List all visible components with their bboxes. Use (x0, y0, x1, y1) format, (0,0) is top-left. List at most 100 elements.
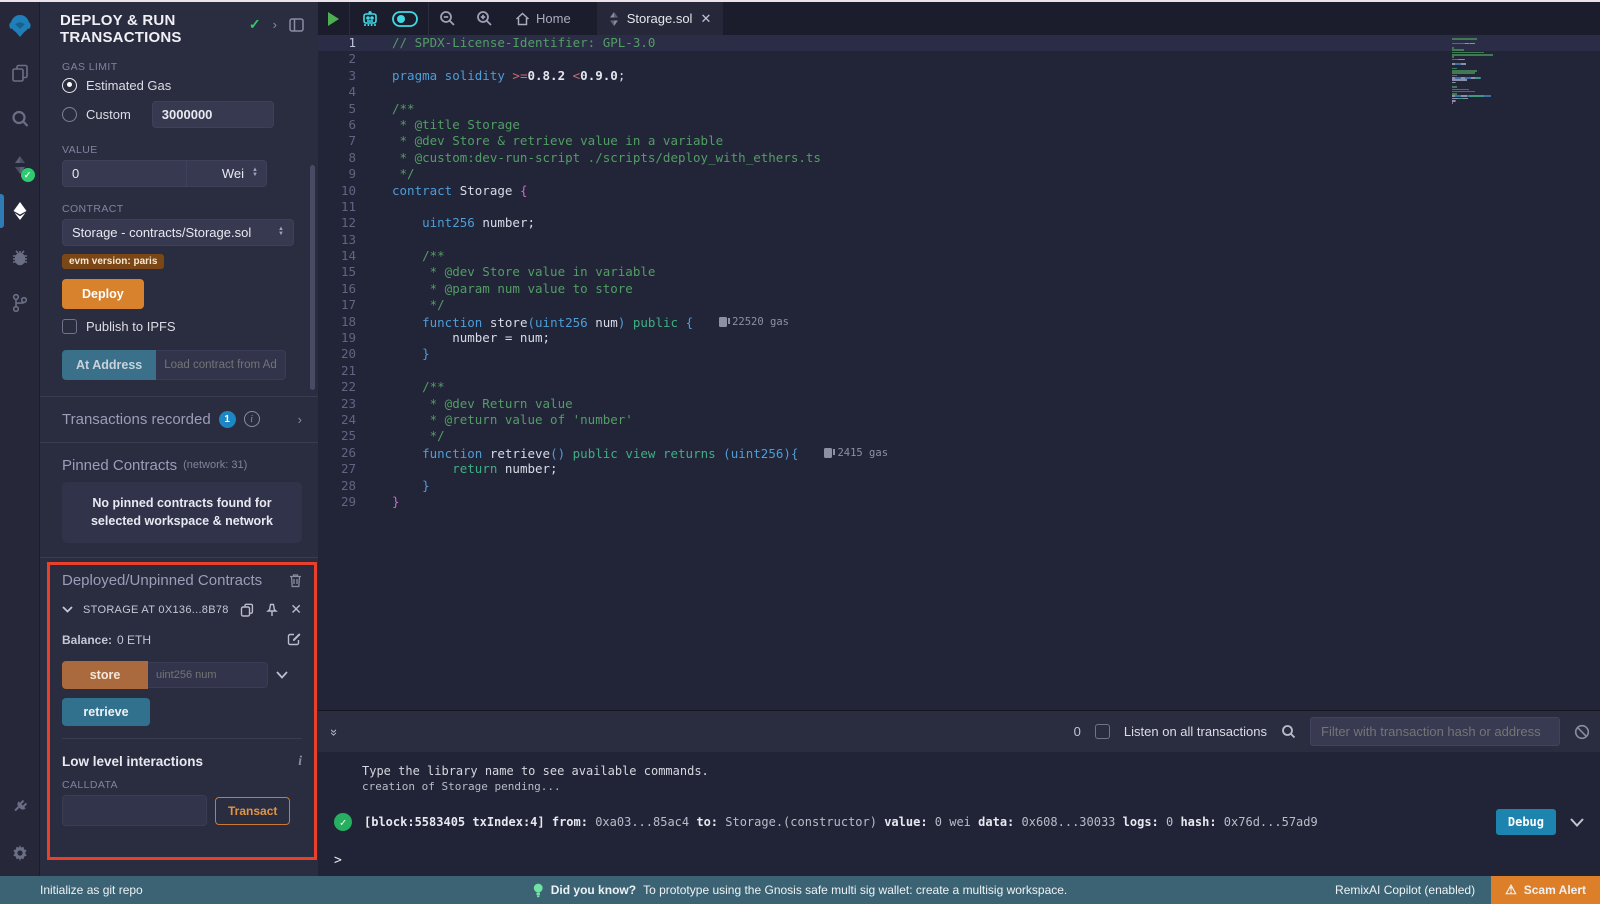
icon-rail: ✓ (0, 2, 40, 876)
copy-icon[interactable] (240, 603, 254, 617)
contract-selected-value: Storage - contracts/Storage.sol (72, 225, 251, 240)
chevron-down-icon[interactable] (62, 606, 73, 613)
estimated-gas-radio[interactable]: Estimated Gas (62, 78, 302, 93)
info-icon[interactable]: i (298, 753, 302, 769)
contract-label: CONTRACT (62, 203, 302, 215)
code-line: 6 * @title Storage (318, 117, 1600, 133)
panel-scrollbar[interactable] (310, 165, 315, 390)
home-icon (515, 12, 530, 26)
gas-limit-label: GAS LIMIT (62, 61, 302, 73)
code-line: 3pragma solidity >=0.8.2 <0.9.0; (318, 68, 1600, 84)
at-address-input[interactable] (156, 350, 286, 380)
zoom-in-button[interactable] (466, 2, 503, 35)
editor-toolbar: Home Storage.sol ✕ (318, 2, 1600, 35)
transactions-recorded-row[interactable]: Transactions recorded 1 i › (40, 397, 318, 442)
code-line: 15 * @dev Store value in variable (318, 264, 1600, 280)
chevron-down-icon[interactable] (276, 671, 288, 679)
git-icon[interactable] (0, 280, 40, 326)
store-arg-input[interactable] (148, 662, 268, 688)
publish-ipfs-checkbox[interactable] (62, 319, 77, 334)
contract-select[interactable]: Storage - contracts/Storage.sol ▲▼ (62, 219, 294, 246)
remix-ide-window: ✓ DEPLOY & RUN TRANSACTIONS ✓ › (0, 0, 1600, 920)
radio-selected-icon[interactable] (62, 78, 77, 93)
publish-ipfs-row[interactable]: Publish to IPFS (62, 319, 302, 334)
store-function-button[interactable]: store (62, 661, 148, 689)
edit-icon[interactable] (287, 632, 302, 647)
code-line: 28 } (318, 478, 1600, 494)
terminal-prompt[interactable]: > (318, 835, 1600, 868)
trash-icon[interactable] (289, 573, 302, 588)
custom-gas-row: Custom (62, 101, 302, 128)
custom-gas-input[interactable] (152, 101, 274, 128)
git-init-status[interactable]: Initialize as git repo (0, 883, 143, 897)
window-bottom-edge (0, 904, 1600, 920)
scam-alert-button[interactable]: ⚠ Scam Alert (1491, 876, 1600, 904)
deploy-and-run-icon[interactable] (0, 188, 40, 234)
remix-logo-icon[interactable] (0, 2, 40, 50)
code-line: 13 (318, 232, 1600, 248)
deployed-contracts-title: Deployed/Unpinned Contracts (62, 572, 262, 589)
terminal[interactable]: Type the library name to see available c… (318, 752, 1600, 878)
run-script-button[interactable] (318, 2, 349, 35)
divider (62, 738, 302, 739)
estimated-gas-label: Estimated Gas (86, 78, 171, 93)
home-label: Home (536, 11, 571, 26)
search-icon[interactable] (0, 96, 40, 142)
copilot-toggle[interactable] (390, 2, 428, 35)
expand-tx-chevron-icon[interactable] (1570, 818, 1584, 827)
code-line: 22 /** (318, 379, 1600, 395)
editor-minimap[interactable] (1452, 38, 1546, 105)
plugin-manager-icon[interactable] (0, 784, 40, 830)
calldata-input[interactable] (62, 795, 207, 826)
info-icon[interactable]: i (244, 411, 260, 427)
code-editor[interactable]: 1// SPDX-License-Identifier: GPL-3.023pr… (318, 35, 1600, 710)
zoom-out-button[interactable] (429, 2, 466, 35)
clear-filter-ban-icon[interactable] (1574, 724, 1590, 740)
select-updown-icon: ▲▼ (252, 168, 258, 178)
at-address-button[interactable]: At Address (62, 350, 156, 380)
deployed-contract-label: STORAGE AT 0X136...8B78 (83, 604, 229, 616)
scam-alert-label: Scam Alert (1524, 883, 1586, 897)
gas-pump-icon (719, 317, 727, 327)
chevron-right-icon[interactable]: › (298, 412, 302, 427)
settings-gear-icon[interactable] (0, 830, 40, 876)
did-you-know-label: Did you know? (551, 883, 636, 897)
copilot-status[interactable]: RemixAI Copilot (enabled) (1335, 883, 1475, 897)
value-unit-select[interactable]: Wei ▲▼ (187, 160, 267, 187)
pin-icon[interactable] (266, 603, 278, 617)
solidity-compiler-icon[interactable]: ✓ (0, 142, 40, 188)
debug-button[interactable]: Debug (1496, 809, 1556, 835)
code-line: 1// SPDX-License-Identifier: GPL-3.0 (318, 35, 1600, 51)
terminal-filter-input[interactable] (1310, 717, 1560, 746)
pinned-contracts-title: Pinned Contracts (62, 457, 177, 474)
code-line: 24 * @return value of 'number' (318, 412, 1600, 428)
listen-all-checkbox[interactable] (1095, 724, 1110, 739)
tab-storage-sol[interactable]: Storage.sol ✕ (597, 2, 724, 35)
value-input[interactable] (62, 160, 187, 187)
network-note: (network: 31) (183, 459, 247, 471)
terminal-line: creation of Storage pending... (318, 778, 1600, 793)
home-tab-button[interactable]: Home (503, 11, 583, 26)
lightbulb-icon (533, 883, 544, 898)
tip-text: To prototype using the Gnosis safe multi… (643, 883, 1067, 897)
ai-copilot-button[interactable] (350, 2, 390, 35)
code-line: 27 return number; (318, 461, 1600, 477)
code-line: 5/** (318, 101, 1600, 117)
tab-close-icon[interactable]: ✕ (700, 11, 711, 27)
close-icon[interactable]: ✕ (290, 601, 302, 618)
panel-check-icon: ✓ (249, 16, 261, 33)
pin-panel-icon[interactable] (289, 18, 304, 32)
panel-expand-chevron-icon[interactable]: › (273, 17, 277, 32)
code-line: 29} (318, 494, 1600, 510)
collapse-terminal-icon[interactable]: » (327, 729, 342, 734)
radio-unselected-icon[interactable] (62, 107, 77, 122)
play-icon (328, 12, 339, 26)
tx-log-text: [block:5583405 txIndex:4] from: 0xa03...… (364, 815, 1318, 829)
transact-button[interactable]: Transact (215, 797, 290, 825)
deploy-button[interactable]: Deploy (62, 279, 144, 309)
code-line: 10contract Storage { (318, 183, 1600, 199)
file-explorer-icon[interactable] (0, 50, 40, 96)
debugger-icon[interactable] (0, 234, 40, 280)
retrieve-function-button[interactable]: retrieve (62, 698, 150, 726)
transaction-log-row[interactable]: ✓ [block:5583405 txIndex:4] from: 0xa03.… (334, 809, 1600, 835)
